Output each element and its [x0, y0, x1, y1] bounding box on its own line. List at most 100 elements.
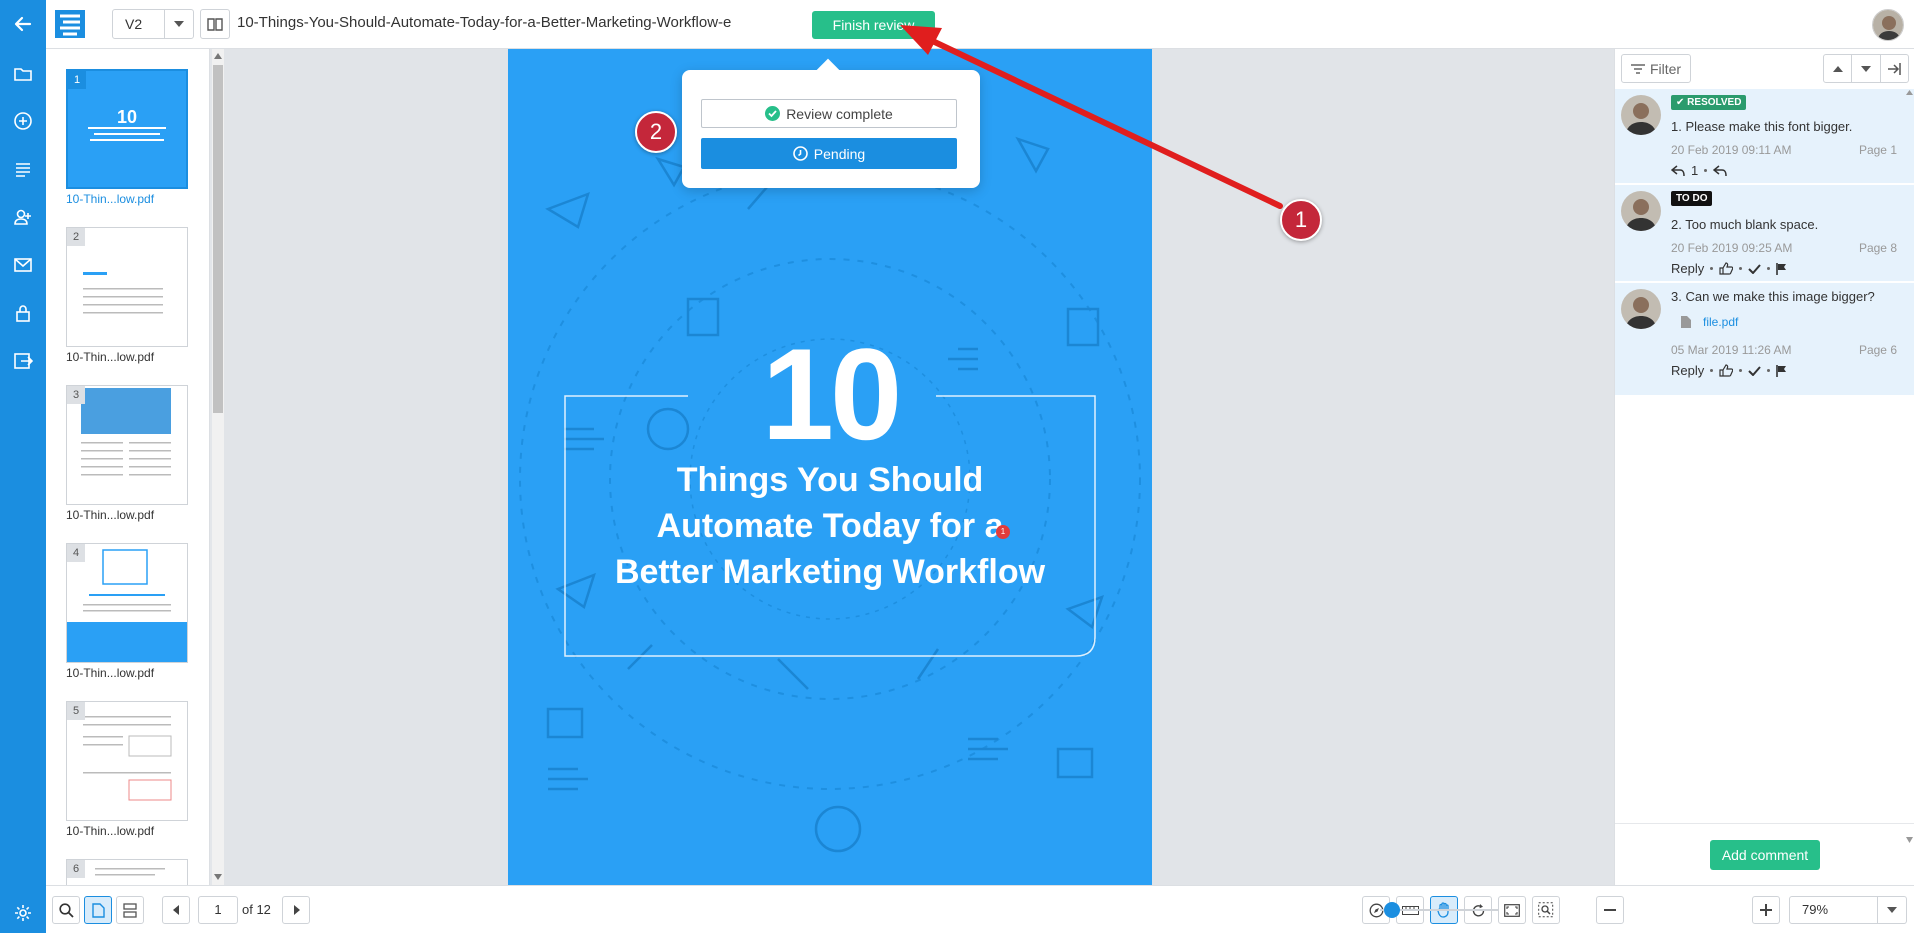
single-page-view-button[interactable] [84, 896, 112, 924]
previous-page-button[interactable] [162, 896, 190, 924]
attachment[interactable]: file.pdf [1681, 315, 1738, 329]
top-bar: V2 10-Things-You-Should-Automate-Today-f… [46, 0, 1914, 49]
app-logo[interactable] [54, 8, 86, 40]
thumbnail-number: 3 [67, 386, 85, 404]
messages-button[interactable] [0, 245, 46, 285]
status-badge-text: RESOLVED [1687, 97, 1742, 108]
pending-button[interactable]: Pending [701, 138, 957, 169]
search-button[interactable] [52, 896, 80, 924]
step-callout-1: 1 [1280, 199, 1322, 241]
comments-panel: Filter ✔ RESOLVED 1. Please make this fo… [1614, 49, 1914, 885]
security-button[interactable] [0, 293, 46, 333]
comment-page: Page 8 [1858, 241, 1897, 255]
settings-button[interactable] [0, 893, 46, 933]
thumbnail-label: 10-Thin...low.pdf [66, 192, 155, 206]
filter-button[interactable]: Filter [1621, 54, 1691, 83]
thumbnail-image: 3 [66, 385, 188, 505]
version-label: V2 [113, 10, 165, 38]
comment-item[interactable]: TO DO 2. Too much blank space. 20 Feb 20… [1615, 185, 1914, 283]
reply-link[interactable]: Reply [1671, 261, 1704, 276]
comment-actions: 1 [1671, 163, 1727, 178]
thumbnail-label: 10-Thin...low.pdf [66, 508, 155, 522]
previous-comment-button[interactable] [1824, 55, 1853, 82]
comment-meta: 05 Mar 2019 11:26 AM Page 6 [1671, 343, 1897, 357]
flag-icon[interactable] [1776, 262, 1787, 275]
zoom-in-button[interactable] [1752, 896, 1780, 924]
create-button[interactable] [0, 101, 46, 141]
page-number-input[interactable]: 1 [198, 896, 238, 924]
zoom-slider-handle[interactable] [1383, 902, 1400, 918]
comment-item[interactable]: ✔ RESOLVED 1. Please make this font bigg… [1615, 89, 1914, 185]
list-icon [16, 163, 30, 177]
minus-icon [1604, 909, 1616, 911]
users-button[interactable] [0, 197, 46, 237]
user-avatar[interactable] [1872, 9, 1904, 41]
lock-icon [16, 305, 30, 322]
thumbnail-page-6[interactable]: 6 [66, 859, 188, 885]
separator-dot [1767, 369, 1771, 372]
fit-page-button[interactable] [1498, 896, 1526, 924]
check-icon[interactable] [1748, 365, 1762, 376]
zoom-select[interactable]: 79% [1789, 896, 1907, 924]
left-rail [0, 0, 46, 933]
comment-meta: 20 Feb 2019 09:11 AM Page 1 [1671, 143, 1897, 157]
thumbnail-image: 5 [66, 701, 188, 821]
back-button[interactable] [0, 4, 46, 44]
review-complete-button[interactable]: Review complete [701, 99, 957, 128]
add-comment-button[interactable]: Add comment [1710, 840, 1820, 870]
cover-title: Things You Should Automate Today for a B… [568, 457, 1092, 595]
thumbnail-number: 1 [68, 71, 86, 89]
chevron-down-icon[interactable] [1878, 897, 1906, 923]
thumbnail-page-2[interactable]: 2 10-Thin...low.pdf [66, 227, 188, 364]
collapse-panel-button[interactable] [1881, 55, 1908, 82]
files-button[interactable] [0, 54, 46, 94]
chevron-down-icon[interactable] [165, 10, 193, 38]
thumbs-up-icon[interactable] [1719, 262, 1734, 275]
thumbnail-page-5[interactable]: 5 10-Thin...low.pdf [66, 701, 188, 838]
export-button[interactable] [0, 341, 46, 381]
replies-icon[interactable] [1671, 164, 1685, 177]
flag-icon[interactable] [1776, 364, 1787, 377]
thumbnail-label: 10-Thin...low.pdf [66, 666, 155, 680]
zoom-area-button[interactable] [1532, 896, 1560, 924]
caret-down-icon [1860, 65, 1871, 72]
plus-icon [1760, 904, 1772, 916]
thumbnail-number: 5 [67, 702, 85, 720]
next-page-button[interactable] [282, 896, 310, 924]
zoom-out-button[interactable] [1596, 896, 1624, 924]
thumbs-up-icon[interactable] [1719, 364, 1734, 377]
thumbnail-image: 4 [66, 543, 188, 663]
cover-big-number: 10 [761, 321, 903, 467]
filter-icon [1630, 63, 1645, 74]
thumbnail-page-4[interactable]: 4 10-Thin...low.pdf [66, 543, 188, 680]
cover-title-line-2: Automate Today for a [656, 507, 1004, 545]
mail-icon [14, 258, 32, 272]
comment-text: 1. Please make this font bigger. [1671, 119, 1853, 134]
svg-text:10: 10 [117, 107, 137, 127]
next-comment-button[interactable] [1852, 55, 1881, 82]
page-count: of 12 [242, 902, 271, 917]
thumbnail-page-3[interactable]: 3 10-Thin...low.pdf [66, 385, 188, 522]
scroll-up-icon[interactable] [214, 53, 222, 59]
comment-text: 2. Too much blank space. [1671, 217, 1819, 232]
finish-review-button[interactable]: Finish review [812, 11, 935, 39]
check-icon[interactable] [1748, 263, 1762, 274]
scrollbar-thumb[interactable] [213, 65, 223, 413]
scroll-down-icon[interactable] [214, 874, 222, 880]
thumbnail-scrollbar[interactable] [212, 49, 224, 885]
chevron-right-icon [293, 905, 300, 915]
comment-item[interactable]: 3. Can we make this image bigger? file.p… [1615, 283, 1914, 397]
reading-mode-button[interactable] [200, 9, 230, 39]
comments-scrollbar[interactable] [1904, 89, 1914, 845]
reply-icon[interactable] [1713, 164, 1727, 177]
continuous-view-button[interactable] [116, 896, 144, 924]
add-circle-icon [14, 112, 32, 130]
attachment-name[interactable]: file.pdf [1703, 315, 1738, 329]
comment-marker[interactable]: 1 [996, 525, 1010, 539]
version-select[interactable]: V2 [112, 9, 194, 39]
activity-button[interactable] [0, 149, 46, 189]
thumbnail-page-1[interactable]: 1 10 10-Thin...low.pdf [66, 69, 188, 206]
separator-dot [1710, 369, 1714, 372]
reply-link[interactable]: Reply [1671, 363, 1704, 378]
clock-icon [792, 146, 808, 161]
